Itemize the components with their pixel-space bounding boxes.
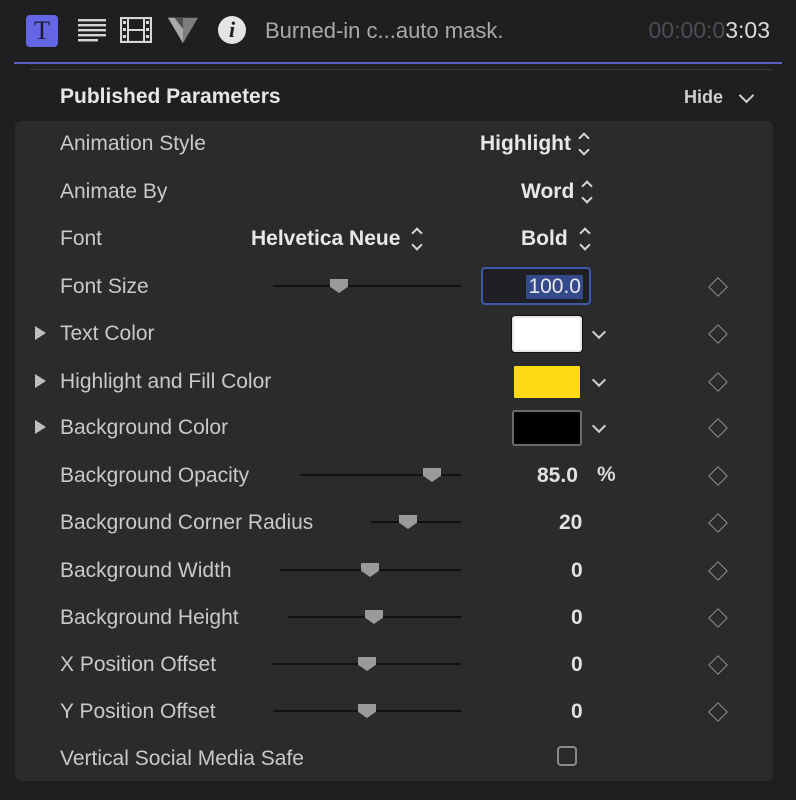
chevron-down-icon[interactable] <box>591 418 607 434</box>
text-color-swatch[interactable] <box>512 316 582 352</box>
chevron-down-icon[interactable] <box>591 324 607 340</box>
y-position-offset-label: Y Position Offset <box>60 700 216 723</box>
keyframe-diamond-icon[interactable] <box>708 702 728 722</box>
font-family-popup[interactable]: Helvetica Neue <box>251 227 424 251</box>
font-size-slider-knob[interactable] <box>330 279 348 293</box>
keyframe-diamond-icon[interactable] <box>708 277 728 297</box>
row-background-corner-radius: Background Corner Radius 20 <box>0 502 796 542</box>
background-height-value[interactable]: 0 <box>571 606 583 630</box>
row-font: Font Helvetica Neue Bold <box>0 219 796 259</box>
keyframe-diamond-icon[interactable] <box>708 466 728 486</box>
up-down-arrows-icon <box>578 132 590 156</box>
hide-button[interactable]: Hide <box>684 87 755 108</box>
vertical-social-media-safe-label: Vertical Social Media Safe <box>60 747 304 770</box>
row-animate-by: Animate By Word <box>0 172 796 212</box>
text-color-label: Text Color <box>60 322 155 345</box>
background-height-slider-knob[interactable] <box>365 610 383 624</box>
font-size-field[interactable]: 100.0 <box>481 267 591 305</box>
hide-label: Hide <box>684 87 724 107</box>
font-size-slider[interactable] <box>273 285 461 287</box>
x-position-offset-slider-knob[interactable] <box>358 657 376 671</box>
keyframe-diamond-icon[interactable] <box>708 608 728 628</box>
toolbar-accent-line <box>14 62 782 64</box>
info-glyph: i <box>228 17 236 42</box>
row-background-height: Background Height 0 <box>0 597 796 637</box>
keyframe-diamond-icon[interactable] <box>708 372 728 392</box>
up-down-arrows-icon <box>581 180 593 204</box>
background-opacity-slider-knob[interactable] <box>423 468 441 482</box>
animate-by-popup[interactable]: Word <box>521 180 593 204</box>
animation-style-value: Highlight <box>480 132 571 155</box>
up-down-arrows-icon <box>411 227 424 251</box>
background-corner-radius-slider-knob[interactable] <box>399 515 417 529</box>
disclosure-triangle-icon[interactable] <box>35 326 46 340</box>
row-background-width: Background Width 0 <box>0 550 796 590</box>
row-x-position-offset: X Position Offset 0 <box>0 644 796 684</box>
background-opacity-label: Background Opacity <box>60 464 250 487</box>
film-icon[interactable] <box>120 14 152 46</box>
timecode-bright: 3:03 <box>725 17 770 43</box>
font-size-label: Font Size <box>60 275 149 298</box>
background-color-label: Background Color <box>60 416 229 439</box>
animation-style-popup[interactable]: Highlight <box>480 132 590 156</box>
vertical-social-media-safe-checkbox[interactable] <box>557 746 577 766</box>
row-vertical-social-media-safe: Vertical Social Media Safe <box>0 738 796 778</box>
percent-unit: % <box>597 463 616 486</box>
inspector-toolbar: T i Burned-in c...auto mask. 00:00:03:03 <box>0 0 796 62</box>
background-width-slider-knob[interactable] <box>361 563 379 577</box>
font-label: Font <box>60 227 103 250</box>
section-title: Published Parameters <box>60 85 281 108</box>
background-opacity-value[interactable]: 85.0 <box>537 464 578 488</box>
lines-icon[interactable] <box>76 14 108 46</box>
text-inspector-glyph: T <box>34 16 50 45</box>
disclosure-triangle-icon[interactable] <box>35 374 46 388</box>
background-color-swatch[interactable] <box>512 410 582 446</box>
row-background-opacity: Background Opacity 85.0 % <box>0 455 796 495</box>
y-position-offset-value[interactable]: 0 <box>571 700 583 724</box>
animate-by-label: Animate By <box>60 180 168 203</box>
font-family-value: Helvetica Neue <box>251 227 401 250</box>
keyframe-diamond-icon[interactable] <box>708 418 728 438</box>
row-highlight-fill-color: Highlight and Fill Color <box>0 361 796 401</box>
x-position-offset-label: X Position Offset <box>60 653 217 676</box>
row-background-color: Background Color <box>0 408 796 448</box>
x-position-offset-value[interactable]: 0 <box>571 653 583 677</box>
info-icon[interactable]: i <box>216 14 248 46</box>
timecode: 00:00:03:03 <box>648 17 770 44</box>
background-height-label: Background Height <box>60 606 239 629</box>
font-weight-value: Bold <box>521 227 568 250</box>
toolbar-divider <box>30 69 772 70</box>
timecode-dim: 00:00:0 <box>648 17 726 43</box>
keyframe-diamond-icon[interactable] <box>708 561 728 581</box>
disclosure-triangle-icon[interactable] <box>35 420 46 434</box>
highlight-fill-color-label: Highlight and Fill Color <box>60 370 272 393</box>
keyframe-diamond-icon[interactable] <box>708 324 728 344</box>
row-animation-style: Animation Style Highlight <box>0 125 796 165</box>
chevron-down-icon <box>738 87 755 103</box>
background-width-value[interactable]: 0 <box>571 559 583 583</box>
row-font-size: Font Size 100.0 <box>0 266 796 306</box>
highlight-fill-color-swatch[interactable] <box>512 364 582 400</box>
up-down-arrows-icon <box>578 227 591 251</box>
background-corner-radius-label: Background Corner Radius <box>60 511 314 534</box>
row-y-position-offset: Y Position Offset 0 <box>0 691 796 731</box>
color-triangle-icon[interactable] <box>167 14 199 46</box>
keyframe-diamond-icon[interactable] <box>708 655 728 675</box>
font-weight-popup[interactable]: Bold <box>521 227 591 251</box>
text-inspector-icon[interactable]: T <box>26 15 58 47</box>
y-position-offset-slider-knob[interactable] <box>358 704 376 718</box>
background-corner-radius-value[interactable]: 20 <box>559 511 582 535</box>
font-size-value: 100.0 <box>526 275 583 299</box>
keyframe-diamond-icon[interactable] <box>708 513 728 533</box>
clip-title: Burned-in c...auto mask. <box>265 18 504 43</box>
animation-style-label: Animation Style <box>60 132 206 155</box>
row-text-color: Text Color <box>0 313 796 353</box>
background-width-label: Background Width <box>60 559 232 582</box>
chevron-down-icon[interactable] <box>591 372 607 388</box>
animate-by-value: Word <box>521 180 575 203</box>
